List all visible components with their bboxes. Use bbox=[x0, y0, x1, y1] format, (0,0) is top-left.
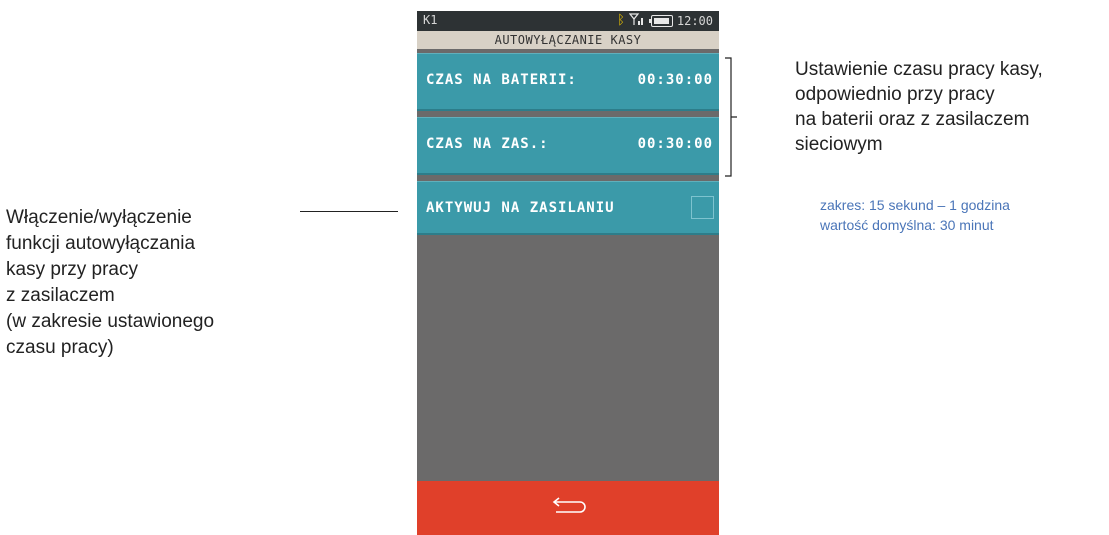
battery-icon bbox=[648, 14, 673, 27]
back-arrow-icon[interactable] bbox=[550, 497, 586, 519]
range-note-line: zakres: 15 sekund – 1 godzina bbox=[820, 197, 1010, 213]
time-setting-annotation: Ustawienie czasu pracy kasy, odpowiednio… bbox=[795, 57, 1105, 157]
screen-title: AUTOWYŁĄCZANIE KASY bbox=[417, 31, 719, 49]
battery-time-label: CZAS NA BATERII: bbox=[426, 72, 577, 88]
annotation-line: Ustawienie czasu pracy kasy, bbox=[795, 59, 1043, 80]
annotation-line: z zasilaczem bbox=[6, 285, 115, 306]
status-bar: K1 ᛒ 12:00 bbox=[417, 11, 719, 31]
status-label: K1 bbox=[423, 13, 438, 27]
battery-time-setting[interactable]: CZAS NA BATERII: 00:30:00 bbox=[417, 53, 719, 111]
default-note-line: wartość domyślna: 30 minut bbox=[820, 217, 994, 233]
annotation-pointer-line bbox=[300, 211, 398, 212]
range-note: zakres: 15 sekund – 1 godzina wartość do… bbox=[820, 195, 1010, 235]
annotation-line: na baterii oraz z zasilaczem bbox=[795, 109, 1030, 130]
power-supply-time-value: 00:30:00 bbox=[637, 136, 713, 152]
annotation-line: funkcji autowyłączania bbox=[6, 233, 196, 254]
annotation-line: (w zakresie ustawionego bbox=[6, 311, 215, 332]
annotation-line: sieciowym bbox=[795, 134, 883, 155]
activate-on-power-label: AKTYWUJ NA ZASILANIU bbox=[426, 200, 615, 216]
power-supply-time-setting[interactable]: CZAS NA ZAS.: 00:30:00 bbox=[417, 117, 719, 175]
annotation-line: Włączenie/wyłączenie bbox=[6, 207, 192, 228]
status-time: 12:00 bbox=[676, 13, 713, 28]
bluetooth-icon: ᛒ bbox=[617, 13, 625, 28]
activate-on-power-checkbox[interactable] bbox=[691, 196, 714, 219]
annotation-line: odpowiednio przy pracy bbox=[795, 84, 995, 105]
activate-on-power-setting[interactable]: AKTYWUJ NA ZASILANIU bbox=[417, 181, 719, 235]
annotation-line: kasy przy pracy bbox=[6, 259, 138, 280]
signal-icon bbox=[628, 13, 645, 28]
annotation-line: czasu pracy) bbox=[6, 337, 114, 358]
activation-annotation: Włączenie/wyłączenie funkcji autowyłącza… bbox=[6, 205, 296, 361]
battery-time-value: 00:30:00 bbox=[637, 72, 713, 88]
power-supply-time-label: CZAS NA ZAS.: bbox=[426, 136, 549, 152]
footer-bar bbox=[417, 481, 719, 535]
annotation-bracket bbox=[725, 57, 737, 177]
device-screen: K1 ᛒ 12:00 AUTOWYŁĄCZANIE KASY CZAS NA B… bbox=[417, 11, 719, 535]
status-icons: ᛒ 12:00 bbox=[617, 13, 713, 28]
